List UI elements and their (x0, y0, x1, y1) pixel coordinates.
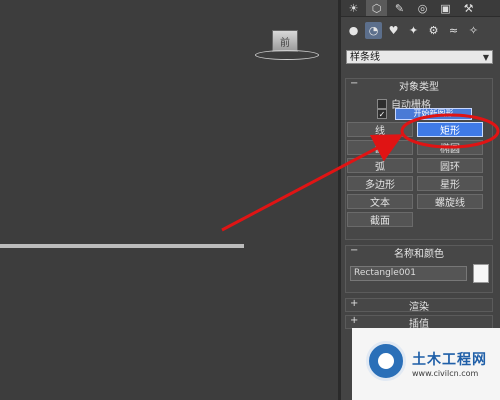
expand-icon: + (350, 298, 359, 309)
section-button[interactable]: 截面 (347, 212, 413, 227)
start-new-shape-checkbox[interactable]: ✓ (377, 109, 387, 119)
motion-tab-icon[interactable]: ◎ (412, 0, 433, 16)
lights-icon[interactable]: ♥ (385, 22, 402, 39)
circle-button[interactable]: 圆 (347, 140, 413, 155)
helix-button[interactable]: 螺旋线 (417, 194, 483, 209)
create-category-icons: ● ◔ ♥ ✦ ⚙ ≈ ✧ (345, 22, 495, 40)
modify-tab-icon[interactable]: ⬡ (366, 0, 387, 16)
text-button[interactable]: 文本 (347, 194, 413, 209)
start-new-shape-button[interactable]: 开始新图形 (395, 108, 472, 120)
object-type-title: 对象类型 (399, 81, 439, 93)
ngon-button[interactable]: 多边形 (347, 176, 413, 191)
auto-grid-checkbox[interactable] (377, 98, 387, 109)
watermark-url: www.civilcn.com (412, 369, 479, 378)
create-tab-icon[interactable]: ☀ (343, 0, 364, 16)
chevron-down-icon: ▼ (482, 53, 489, 62)
rectangle-shape-edge[interactable] (0, 244, 244, 248)
collapse-icon: − (350, 78, 359, 89)
watermark-title: 土木工程网 (412, 352, 487, 368)
donut-button[interactable]: 圆环 (417, 158, 483, 173)
watermark: 土木工程网 www.civilcn.com (352, 328, 500, 400)
rectangle-button[interactable]: 矩形 (417, 122, 483, 137)
rendering-rollout[interactable]: + 渲染 (345, 298, 493, 313)
house-icon (378, 353, 394, 369)
hierarchy-tab-icon[interactable]: ✎ (389, 0, 410, 16)
rendering-title: 渲染 (409, 301, 429, 313)
interpolation-header[interactable]: + 插值 (346, 315, 492, 330)
space-warps-icon[interactable]: ≈ (445, 22, 462, 39)
view-cube-label: 前 (280, 38, 290, 49)
helpers-icon[interactable]: ⚙ (425, 22, 442, 39)
shapes-icon[interactable]: ◔ (365, 22, 382, 39)
start-new-shape-row[interactable]: ✓ (377, 109, 387, 119)
rendering-header[interactable]: + 渲染 (346, 298, 492, 313)
view-cube[interactable]: 前 (272, 30, 298, 52)
line-button[interactable]: 线 (347, 122, 413, 137)
watermark-logo-icon (366, 341, 406, 381)
geometry-icon[interactable]: ● (345, 22, 362, 39)
view-cube-ring[interactable] (255, 50, 319, 60)
object-color-swatch[interactable] (473, 264, 489, 283)
expand-icon: + (350, 315, 359, 326)
display-tab-icon[interactable]: ▣ (435, 0, 456, 16)
utilities-tab-icon[interactable]: ⚒ (458, 0, 479, 16)
systems-icon[interactable]: ✧ (465, 22, 482, 39)
arc-button[interactable]: 弧 (347, 158, 413, 173)
dropdown-value: 样条线 (350, 52, 380, 63)
object-type-header[interactable]: − 对象类型 (346, 78, 492, 93)
collapse-icon: − (350, 245, 359, 256)
ellipse-button[interactable]: 椭圆 (417, 140, 483, 155)
name-color-header[interactable]: − 名称和颜色 (346, 245, 492, 260)
command-panel-tabs: ☀ ⬡ ✎ ◎ ▣ ⚒ (341, 0, 500, 17)
cameras-icon[interactable]: ✦ (405, 22, 422, 39)
viewport[interactable]: 前 (0, 0, 338, 400)
object-name-input[interactable]: Rectangle001 (350, 266, 467, 281)
interpolation-rollout[interactable]: + 插值 (345, 315, 493, 330)
shape-category-dropdown[interactable]: 样条线 ▼ (346, 50, 493, 64)
name-color-title: 名称和颜色 (394, 248, 444, 260)
star-button[interactable]: 星形 (417, 176, 483, 191)
shape-buttons-grid: 线 矩形 圆 椭圆 弧 圆环 多边形 星形 文本 螺旋线 截面 (347, 122, 483, 227)
